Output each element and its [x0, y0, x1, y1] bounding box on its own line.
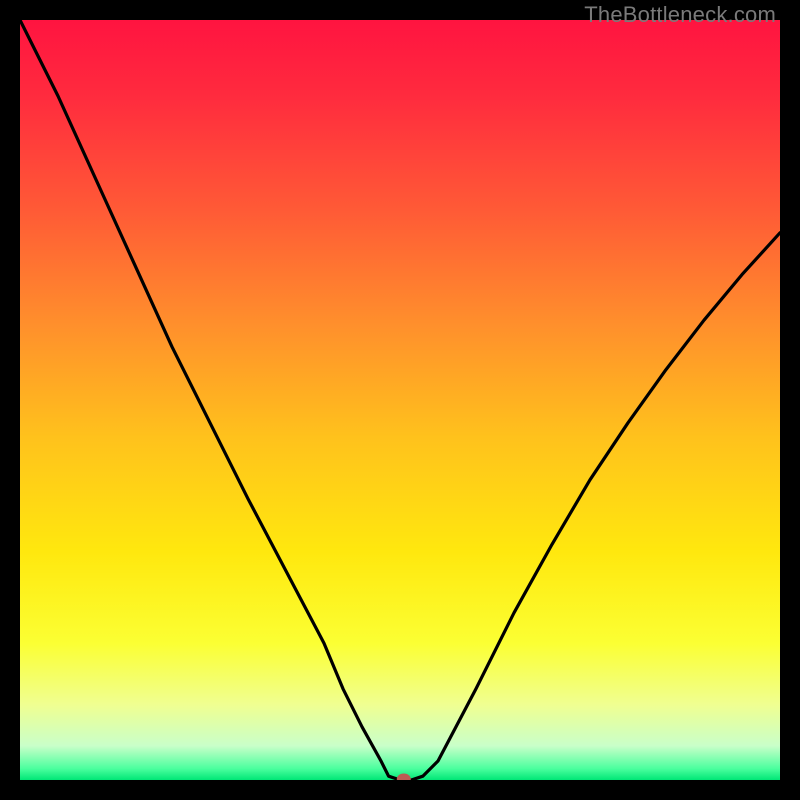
bottleneck-chart — [20, 20, 780, 780]
watermark-text: TheBottleneck.com — [584, 2, 776, 28]
gradient-background — [20, 20, 780, 780]
plot-area — [20, 20, 780, 780]
chart-container: TheBottleneck.com — [0, 0, 800, 800]
